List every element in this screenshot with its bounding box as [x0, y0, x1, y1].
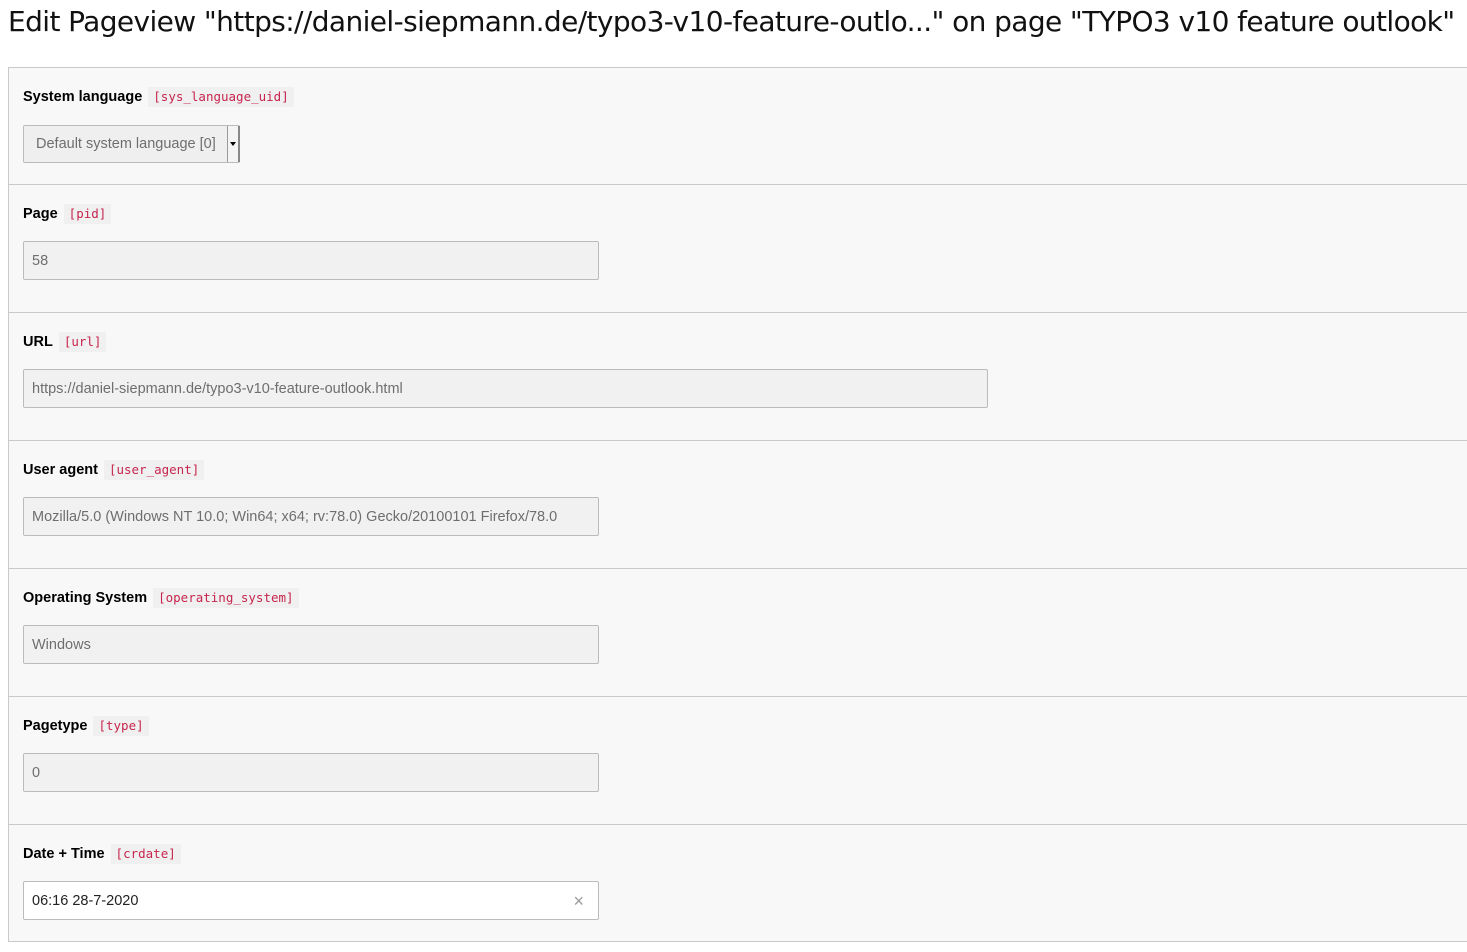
field-label: Date + Time [23, 846, 105, 862]
field-pid-label-row: Page [pid] [23, 202, 112, 226]
pid-input[interactable]: 58 [23, 241, 599, 280]
field-pid-section: Page [pid] 58 [9, 185, 1467, 313]
pagetype-input[interactable]: 0 [23, 753, 599, 792]
field-code: [url] [58, 332, 107, 352]
field-code: [user_agent] [103, 460, 205, 480]
close-icon[interactable]: × [573, 892, 584, 910]
field-user-agent-section: User agent [user_agent] Mozilla/5.0 (Win… [9, 441, 1467, 569]
field-type-label-row: Pagetype [type] [23, 714, 149, 738]
field-label: Operating System [23, 590, 148, 606]
field-user-agent-label-row: User agent [user_agent] [23, 458, 205, 482]
field-operating-system-label-row: Operating System [operating_system] [23, 586, 299, 610]
sys-language-select[interactable]: Default system language [0] [23, 125, 240, 163]
page-title: Edit Pageview "https://daniel-siepmann.d… [8, 5, 1455, 38]
chevron-down-icon[interactable] [227, 126, 240, 162]
field-url-section: URL [url] https://daniel-siepmann.de/typ… [9, 313, 1467, 441]
field-url-label-row: URL [url] [23, 330, 107, 354]
field-code: [type] [93, 716, 149, 736]
field-label: Page [23, 206, 58, 222]
field-crdate-section: Date + Time [crdate] 06:16 28-7-2020 × [9, 825, 1467, 942]
field-code: [crdate] [110, 844, 181, 864]
url-input[interactable]: https://daniel-siepmann.de/typo3-v10-fea… [23, 369, 988, 408]
field-code: [pid] [63, 204, 112, 224]
user-agent-input[interactable]: Mozilla/5.0 (Windows NT 10.0; Win64; x64… [23, 497, 599, 536]
field-sys-language-section: System language [sys_language_uid] Defau… [9, 68, 1467, 185]
field-code: [operating_system] [153, 588, 299, 608]
datetime-value: 06:16 28-7-2020 [32, 892, 139, 909]
field-operating-system-section: Operating System [operating_system] Wind… [9, 569, 1467, 697]
field-code: [sys_language_uid] [148, 87, 294, 107]
datetime-input[interactable]: 06:16 28-7-2020 × [23, 881, 599, 920]
operating-system-input[interactable]: Windows [23, 625, 599, 664]
record-form: System language [sys_language_uid] Defau… [8, 67, 1467, 942]
field-label: URL [23, 334, 53, 350]
field-sys-language-label-row: System language [sys_language_uid] [23, 85, 294, 109]
field-label: Pagetype [23, 718, 88, 734]
field-crdate-label-row: Date + Time [crdate] [23, 842, 181, 866]
field-label: User agent [23, 462, 98, 478]
field-type-section: Pagetype [type] 0 [9, 697, 1467, 825]
select-value: Default system language [0] [36, 136, 216, 152]
field-label: System language [23, 89, 143, 105]
